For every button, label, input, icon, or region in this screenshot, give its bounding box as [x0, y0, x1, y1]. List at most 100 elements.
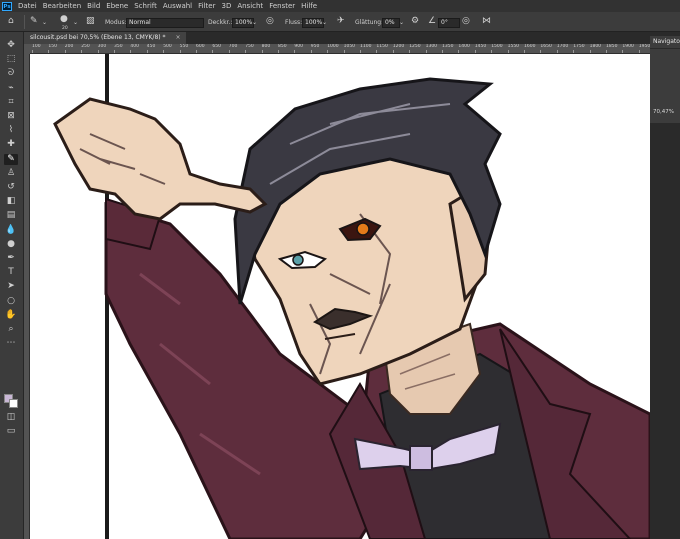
ruler-tick-label: 1200: [392, 44, 405, 49]
more-tools-icon[interactable]: ⋯: [4, 338, 18, 349]
menu-bild[interactable]: Bild: [84, 0, 103, 12]
screen-mode-icon[interactable]: ▭: [4, 426, 18, 437]
ruler-tick-mark: [196, 50, 197, 53]
navigator-preview[interactable]: 70,47%: [650, 48, 680, 123]
navigator-panel-tab[interactable]: Navigator: [650, 36, 680, 48]
ruler-tick-mark: [114, 50, 115, 53]
opacity-input[interactable]: 100%: [232, 18, 254, 28]
pressure-size-icon[interactable]: ◎: [462, 16, 470, 26]
symmetry-butterfly-icon[interactable]: ⋈: [482, 16, 491, 26]
menu-hilfe[interactable]: Hilfe: [298, 0, 320, 12]
ruler-tick-mark: [524, 50, 525, 53]
angle-input[interactable]: 0°: [438, 18, 460, 28]
artwork-illustration: [53, 54, 650, 539]
ruler-tick-mark: [606, 50, 607, 53]
navigator-zoom-value[interactable]: 70,47%: [653, 109, 674, 115]
ruler-tick-mark: [261, 50, 263, 53]
menu-bearbeiten[interactable]: Bearbeiten: [40, 0, 84, 12]
healing-tool-icon[interactable]: ✚: [4, 139, 18, 150]
ruler-tick-mark: [64, 50, 66, 53]
ruler-tick-mark: [409, 50, 411, 53]
menu-3d[interactable]: 3D: [218, 0, 234, 12]
photoshop-logo-icon: Ps: [2, 1, 12, 11]
document-tab-title: silcousit.psd bei 70,5% (Ebene 13, CMYK/…: [30, 34, 166, 41]
ruler-tick-mark: [212, 50, 214, 53]
ruler-tick-label: 150: [48, 44, 57, 49]
hand-tool-icon[interactable]: ✋: [4, 310, 18, 321]
chevron-down-icon[interactable]: ⌄: [322, 18, 327, 28]
close-icon[interactable]: ×: [175, 34, 180, 41]
ruler-tick-mark: [589, 50, 591, 53]
move-tool-icon[interactable]: ✥: [4, 40, 18, 51]
pressure-opacity-icon[interactable]: ◎: [266, 16, 274, 26]
ruler-tick-label: 700: [228, 44, 238, 49]
ruler-tick-label: 250: [81, 44, 90, 49]
airbrush-icon[interactable]: ✈: [337, 16, 345, 26]
quick-mask-icon[interactable]: ◫: [4, 412, 18, 423]
horizontal-ruler[interactable]: 100 150 200 250 300 350 400 450 500 550 600 650 700 7…: [30, 44, 650, 54]
menu-datei[interactable]: Datei: [15, 0, 40, 12]
type-tool-icon[interactable]: T: [4, 267, 18, 278]
angle-icon[interactable]: ∠: [428, 16, 436, 26]
stamp-tool-icon[interactable]: ♙: [4, 168, 18, 179]
smoothing-input[interactable]: 0%: [382, 18, 400, 28]
gradient-tool-icon[interactable]: ▤: [4, 210, 18, 221]
ruler-tick-mark: [622, 50, 624, 53]
ruler-tick-mark: [245, 50, 247, 53]
mode-select[interactable]: Normal: [126, 18, 204, 28]
crop-tool-icon[interactable]: ⌗: [4, 97, 18, 108]
ruler-tick-mark: [294, 50, 296, 53]
ruler-tick-label: 1650: [540, 44, 552, 49]
ruler-tick-label: 1000: [327, 44, 339, 49]
menu-schrift[interactable]: Schrift: [131, 0, 160, 12]
ruler-tick-mark: [638, 50, 640, 53]
document-canvas[interactable]: [30, 54, 650, 539]
menu-auswahl[interactable]: Auswahl: [160, 0, 195, 12]
menu-filter[interactable]: Filter: [195, 0, 218, 12]
artwork-eye-left: [292, 254, 304, 266]
lasso-tool-icon[interactable]: ᘐ: [4, 68, 18, 79]
quick-select-tool-icon[interactable]: ⌁: [4, 83, 18, 94]
ruler-tick-mark: [130, 50, 132, 53]
flow-input[interactable]: 100%: [302, 18, 324, 28]
brush-tool-icon[interactable]: ✎: [4, 153, 18, 165]
ruler-tick-label: 1300: [425, 44, 438, 49]
ruler-tick-mark: [474, 50, 476, 53]
menu-fenster[interactable]: Fenster: [266, 0, 298, 12]
dodge-tool-icon[interactable]: ●: [4, 239, 18, 250]
frame-tool-icon[interactable]: ⊠: [4, 111, 18, 122]
menu-ansicht[interactable]: Ansicht: [234, 0, 266, 12]
pen-tool-icon[interactable]: ✒: [4, 253, 18, 264]
ruler-tick-label: 500: [163, 44, 172, 49]
ruler-tick-mark: [310, 50, 312, 53]
history-brush-tool-icon[interactable]: ↺: [4, 182, 18, 193]
chevron-down-icon[interactable]: ⌄: [399, 18, 404, 28]
menu-ebene[interactable]: Ebene: [103, 0, 131, 12]
ruler-tick-label: 900: [294, 44, 303, 49]
artwork-hand: [53, 97, 268, 221]
document-tab[interactable]: silcousit.psd bei 70,5% (Ebene 13, CMYK/…: [24, 32, 187, 44]
options-bar: ⌂ ✎ ⌄ ● 20 ⌄ ▨ Modus: Normal Deckkr.: 10…: [0, 12, 680, 32]
home-icon[interactable]: ⌂: [8, 16, 14, 26]
background-color-swatch[interactable]: [9, 399, 18, 408]
gear-icon[interactable]: ⚙: [411, 16, 419, 26]
blur-tool-icon[interactable]: 💧: [4, 225, 18, 236]
brush-settings-panel-icon[interactable]: ▨: [86, 16, 95, 26]
tools-panel: ✥ ⬚ ᘐ ⌁ ⌗ ⊠ ⌇ ✚ ✎ ♙ ↺ ◧ ▤ 💧 ● ✒ T ➤ ○ ✋ ⌕ ⋯ ◫ ▭: [0, 32, 24, 539]
chevron-down-icon[interactable]: ⌄: [42, 18, 47, 28]
zoom-tool-icon[interactable]: ⌕: [4, 324, 18, 335]
path-select-tool-icon[interactable]: ➤: [4, 281, 18, 292]
ruler-tick-label: 1050: [343, 44, 356, 49]
ruler-tick-label: 300: [97, 44, 107, 49]
chevron-down-icon[interactable]: ⌄: [73, 18, 78, 28]
ruler-tick-label: 1750: [573, 44, 585, 49]
ruler-tick-mark: [81, 50, 83, 53]
shape-tool-icon[interactable]: ○: [4, 296, 18, 307]
chevron-down-icon[interactable]: ⌄: [252, 18, 257, 28]
eyedropper-tool-icon[interactable]: ⌇: [4, 125, 18, 136]
marquee-tool-icon[interactable]: ⬚: [4, 54, 18, 65]
brush-tip-icon[interactable]: ●: [60, 14, 68, 24]
eraser-tool-icon[interactable]: ◧: [4, 196, 18, 207]
brush-preset-icon[interactable]: ✎: [30, 16, 38, 26]
ruler-tick-label: 1350: [442, 44, 454, 49]
